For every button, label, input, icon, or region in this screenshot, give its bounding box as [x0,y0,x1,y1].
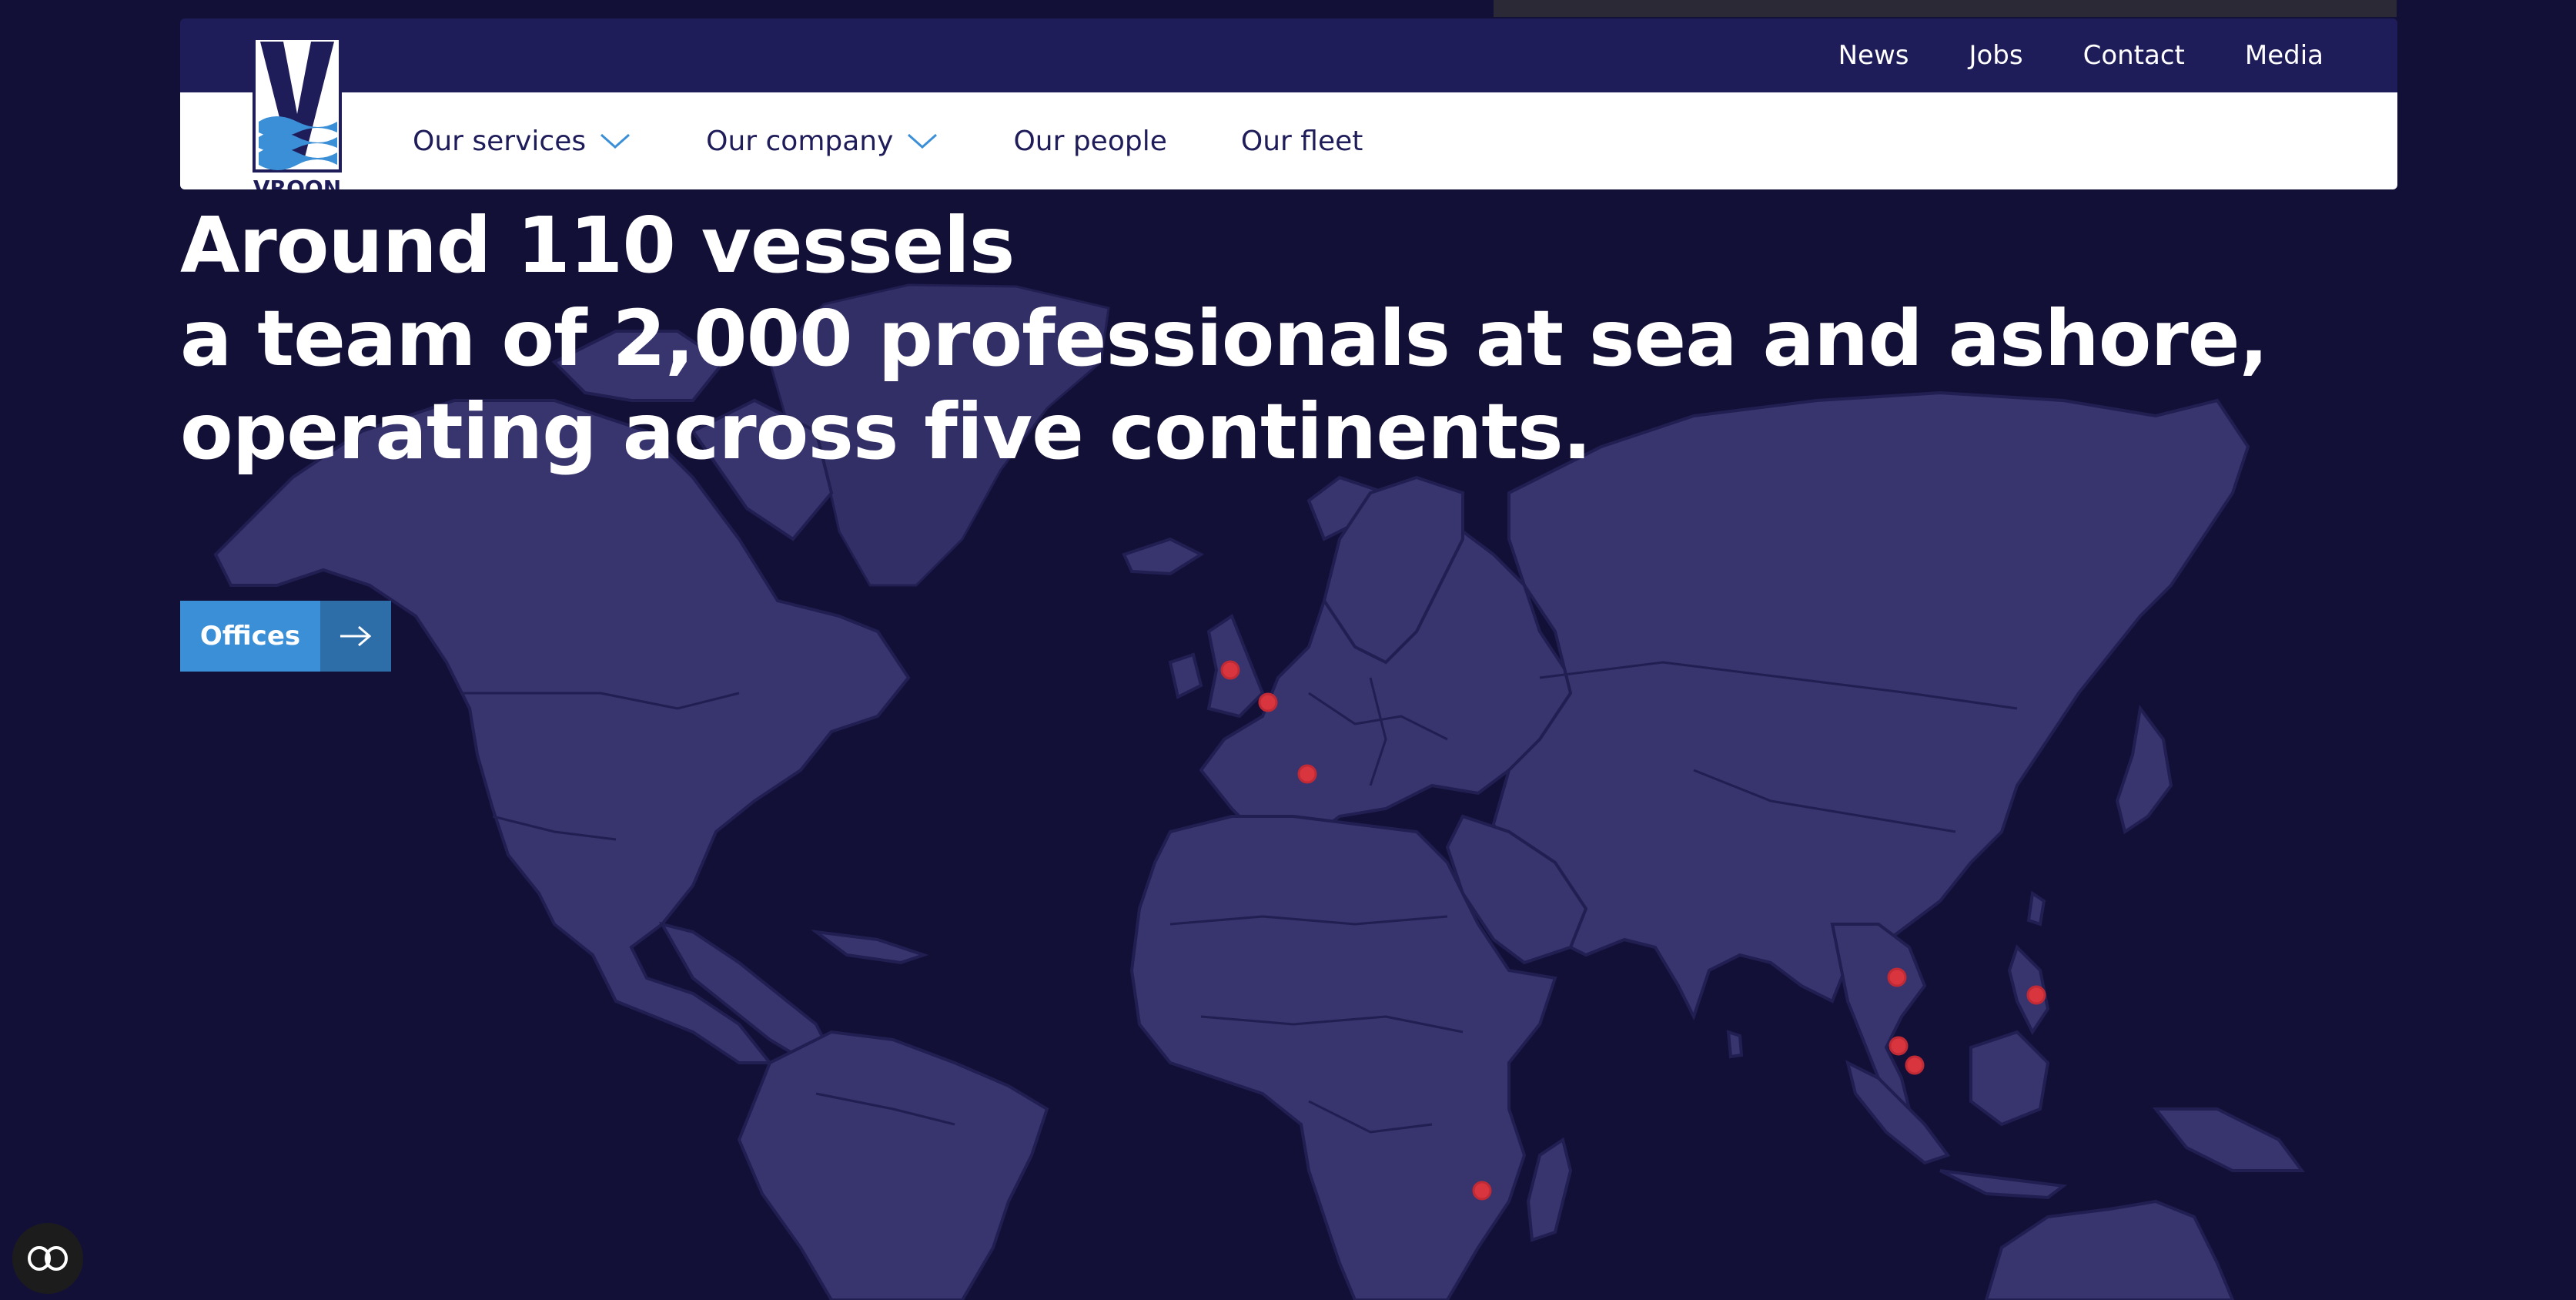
nav-item-label: Our services [413,125,587,157]
offices-button-label: Offices [180,601,320,672]
office-marker[interactable] [2026,985,2046,1005]
headline-line-2: a team of 2,000 professionals at sea and… [180,293,2269,384]
accessibility-button[interactable] [12,1223,83,1294]
map-borneo [1969,1030,2050,1127]
main-nav: Our services Our company Our people Our … [413,92,1438,189]
utility-nav: News Jobs Contact Media [1838,18,2323,92]
chevron-down-icon [908,133,938,149]
headline-line-1: Around 110 vessels [180,200,1015,290]
office-marker[interactable] [1258,692,1278,712]
map-new-guinea [2152,1107,2305,1172]
utility-bar: News Jobs Contact Media [180,18,2397,92]
offices-button[interactable]: Offices [180,601,391,672]
vroon-logo[interactable]: VROON [253,37,345,189]
arrow-right-icon [320,601,391,672]
map-sri-lanka [1726,1030,1744,1059]
site-header: News Jobs Contact Media Our services Our… [180,18,2397,189]
nav-item-our-people[interactable]: Our people [1013,126,1166,157]
hero-headline: Around 110 vessels a team of 2,000 profe… [180,199,2269,478]
map-ireland [1168,652,1203,699]
map-taiwan [2026,890,2046,926]
accessibility-icon [28,1246,68,1271]
office-marker[interactable] [1297,764,1317,784]
hero-image-strip [1494,0,2397,17]
map-cuba [810,930,929,965]
office-marker[interactable] [1889,1036,1909,1056]
utility-link-news[interactable]: News [1838,40,1909,71]
map-iceland [1122,537,1205,576]
logo-wordmark: VROON [253,176,341,189]
utility-link-media[interactable]: Media [2245,40,2323,71]
utility-link-jobs[interactable]: Jobs [1969,40,2022,71]
office-marker[interactable] [1887,967,1907,987]
map-australia [1984,1199,2235,1300]
nav-item-our-fleet[interactable]: Our fleet [1241,126,1363,157]
nav-item-label: Our company [706,125,894,157]
map-japan [2115,705,2173,835]
office-marker[interactable] [1220,660,1240,680]
office-marker[interactable] [1472,1181,1492,1201]
office-marker[interactable] [1905,1055,1925,1075]
headline-line-3: operating across five continents. [180,387,1592,477]
nav-item-our-services[interactable]: Our services [413,126,631,157]
nav-item-our-company[interactable]: Our company [706,126,938,157]
nav-item-label: Our people [1013,125,1167,157]
map-south-america [737,1030,1049,1300]
chevron-down-icon [601,133,631,149]
map-madagascar [1526,1137,1573,1242]
utility-link-contact[interactable]: Contact [2083,40,2185,71]
map-java [1939,1169,2068,1200]
nav-item-label: Our fleet [1240,125,1363,157]
